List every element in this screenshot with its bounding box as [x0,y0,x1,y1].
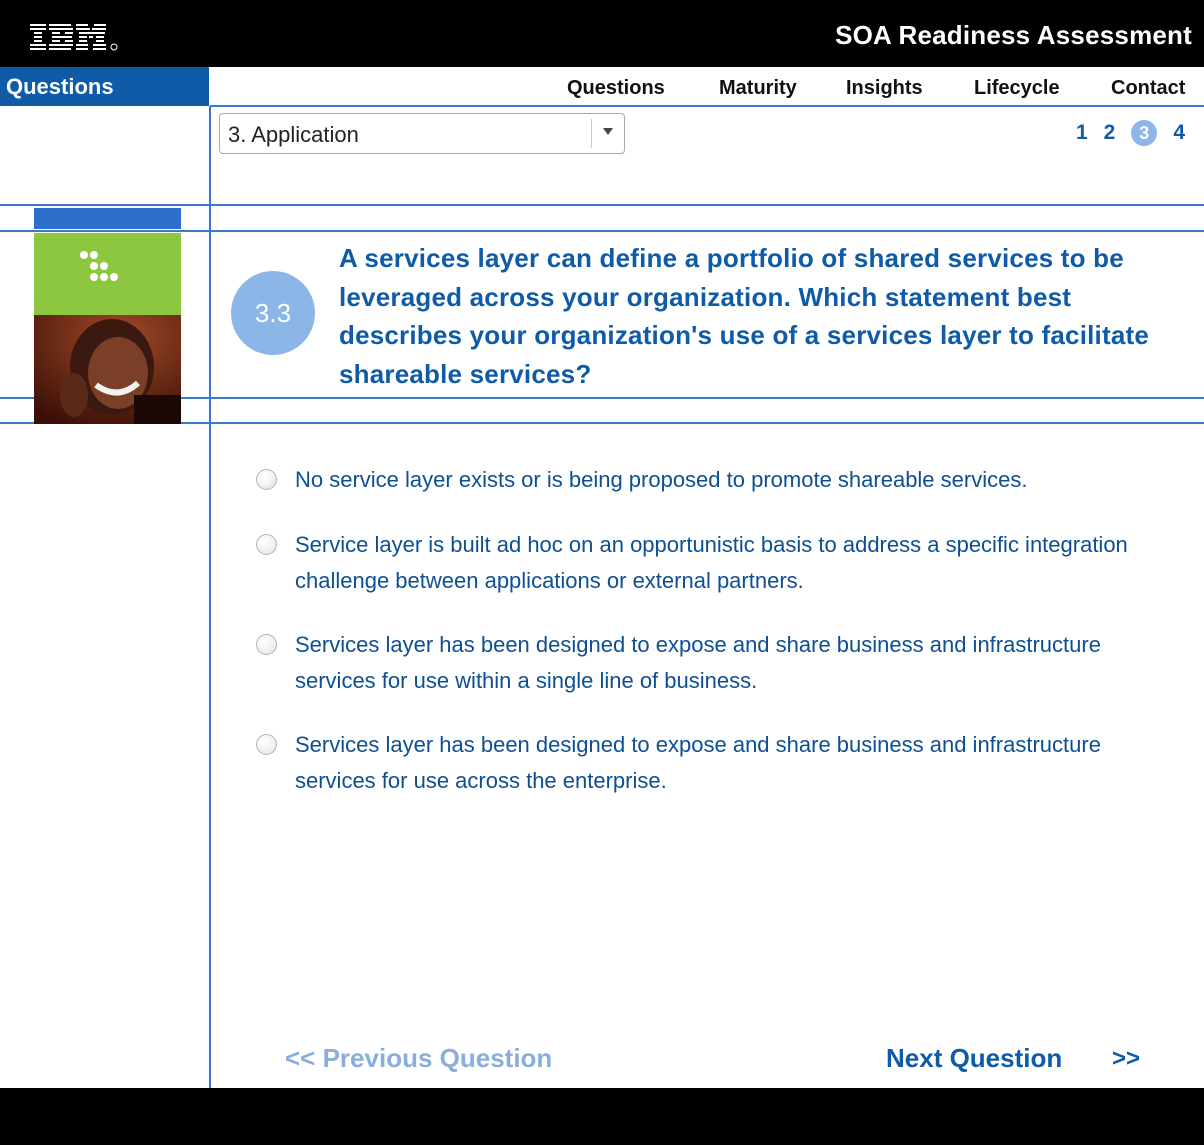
nav-contact[interactable]: Contact [1111,77,1185,100]
radio-button[interactable] [256,469,277,490]
page-link-1[interactable]: 1 [1076,120,1088,146]
radio-button[interactable] [256,634,277,655]
nav-insights[interactable]: Insights [846,77,923,100]
next-arrow-icon[interactable]: >> [1112,1045,1140,1073]
footer-bar [0,1088,1204,1145]
previous-question-button[interactable]: << Previous Question [285,1043,552,1074]
divider-line [0,230,1204,232]
answer-label: Services layer has been designed to expo… [295,632,1101,693]
main-nav: Questions Maturity Insights Lifecycle Co… [210,67,1204,106]
person-photo [34,315,181,424]
header-bar: SOA Readiness Assessment [0,0,1204,67]
answer-label: No service layer exists or is being prop… [295,467,1028,492]
section-select[interactable]: 3. Application [219,113,625,154]
nav-lifecycle[interactable]: Lifecycle [974,77,1060,100]
nav-underline [210,105,1204,107]
next-question-button[interactable]: Next Question [886,1043,1062,1074]
dot-pattern-graphic [34,233,181,315]
select-divider [591,119,592,148]
question-pager: 1 2 3 4 [1076,120,1185,146]
app-title: SOA Readiness Assessment [835,20,1192,50]
content-divider [209,106,211,1088]
answer-label: Services layer has been designed to expo… [295,732,1101,793]
page-link-2[interactable]: 2 [1104,120,1116,146]
person-photo-image [34,315,181,424]
dots-icon [80,251,118,281]
sidebar-section-label: Questions [0,67,209,106]
divider-line [0,204,1204,206]
nav-maturity[interactable]: Maturity [719,77,797,100]
nav-questions[interactable]: Questions [567,74,665,102]
page-link-3-current[interactable]: 3 [1131,120,1158,146]
section-select-value: 3. Application [228,122,359,147]
ibm-logo [30,24,118,51]
question-number-badge: 3.3 [231,271,315,355]
radio-button[interactable] [256,734,277,755]
chevron-down-icon[interactable] [603,128,613,135]
page-link-4[interactable]: 4 [1173,120,1185,146]
decorative-blue-bar [34,208,181,229]
answer-label: Service layer is built ad hoc on an oppo… [295,532,1128,593]
radio-button[interactable] [256,534,277,555]
question-text: A services layer can define a portfolio … [339,243,1150,389]
